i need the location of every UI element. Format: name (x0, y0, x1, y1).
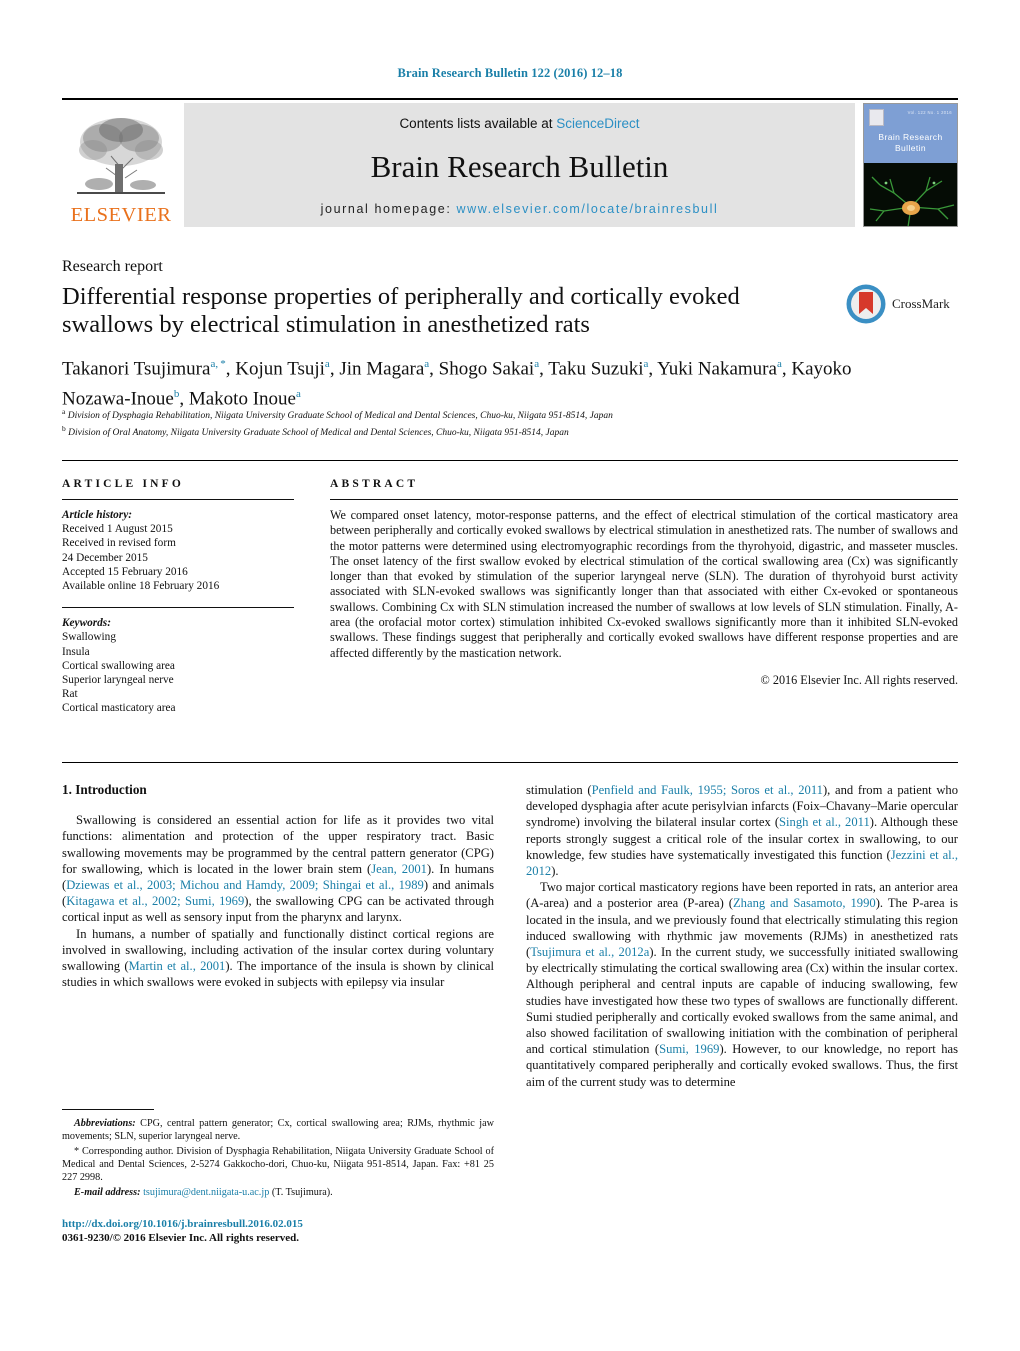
email-label: E-mail address: (74, 1187, 141, 1198)
citation-link[interactable]: Penfield and Faulk, 1955; Soros et al., … (592, 783, 823, 797)
article-info-header: ARTICLE INFO (62, 478, 185, 490)
affiliations: a Division of Dysphagia Rehabilitation, … (62, 406, 942, 439)
elsevier-tree-icon (73, 111, 169, 204)
band-rule-bottom (62, 762, 958, 763)
crossmark-badge[interactable]: CrossMark (845, 281, 957, 327)
body-column-left: 1. Introduction Swallowing is considered… (62, 782, 494, 990)
abstract-header: ABSTRACT (330, 478, 419, 490)
cover-bottom-panel (864, 162, 957, 226)
cover-issue-text: Vol. 122 No. 1 2016 (907, 110, 952, 115)
journal-homepage-line: journal homepage: www.elsevier.com/locat… (321, 202, 719, 216)
neuron-illustration-icon (864, 162, 957, 226)
email-suffix: (T. Tsujimura). (269, 1187, 333, 1198)
contents-prefix: Contents lists available at (399, 116, 557, 131)
body-text: ). (551, 864, 559, 879)
citation-link[interactable]: Zhang and Sasamoto, 1990 (733, 896, 876, 910)
journal-masthead: ELSEVIER Contents lists available at Sci… (62, 98, 958, 228)
affiliation-b: b Division of Oral Anatomy, Niigata Univ… (62, 423, 569, 438)
band-rule-top (62, 460, 958, 461)
body-paragraph: In humans, a number of spatially and fun… (62, 926, 494, 991)
body-paragraph: stimulation (Penfield and Faulk, 1955; S… (526, 782, 958, 879)
abbreviations-footnote: Abbreviations: CPG, central pattern gene… (62, 1117, 494, 1143)
body-text: ). In the current study, we successfully… (526, 945, 958, 1057)
citation-link[interactable]: Tsujimura et al., 2012a (530, 945, 649, 959)
email-footnote: E-mail address: tsujimura@dent.niigata-u… (62, 1186, 494, 1199)
masthead-center: Contents lists available at ScienceDirec… (184, 103, 855, 227)
body-text: stimulation ( (526, 783, 592, 797)
email-link[interactable]: tsujimura@dent.niigata-u.ac.jp (143, 1187, 269, 1198)
info-rule-1 (62, 499, 294, 500)
article-history-label: Article history: (62, 509, 132, 521)
article-history: Article history: Received 1 August 2015 … (62, 508, 294, 593)
issn-copyright-line: 0361-9230/© 2016 Elsevier Inc. All right… (62, 1231, 299, 1244)
cover-journal-title: Brain Research Bulletin (864, 132, 957, 154)
cover-publisher-badge-icon (869, 109, 884, 126)
article-info-column: ARTICLE INFO Article history: Received 1… (62, 478, 294, 716)
keyword-item: Cortical masticatory area (62, 702, 176, 715)
section-heading-introduction: 1. Introduction (62, 782, 147, 797)
article-type-kicker: Research report (62, 258, 163, 275)
affiliation-b-text: Division of Oral Anatomy, Niigata Univer… (68, 427, 569, 438)
history-item: Accepted 15 February 2016 (62, 565, 188, 578)
citation-link[interactable]: Kitagawa et al., 2002; Sumi, 1969 (66, 894, 244, 908)
crossmark-label: CrossMark (892, 296, 950, 311)
citation-link[interactable]: Jean, 2001 (371, 862, 427, 876)
abstract-column: ABSTRACT We compared onset latency, moto… (330, 478, 958, 688)
crossmark-icon (846, 284, 886, 324)
abstract-copyright: © 2016 Elsevier Inc. All rights reserved… (760, 672, 958, 687)
corresponding-author-footnote: * Corresponding author. Division of Dysp… (62, 1146, 494, 1183)
keywords-block: Keywords: Swallowing Insula Cortical swa… (62, 616, 294, 715)
cover-title-line-2: Bulletin (894, 143, 927, 153)
affiliation-a: a Division of Dysphagia Rehabilitation, … (62, 407, 613, 422)
doi-block: http://dx.doi.org/10.1016/j.brainresbull… (62, 1218, 494, 1245)
cover-title-line-1: Brain Research (878, 132, 943, 142)
history-item: Received 1 August 2015 (62, 523, 173, 536)
body-paragraph: Two major cortical masticatory regions h… (526, 879, 958, 1090)
keyword-item: Cortical swallowing area (62, 659, 175, 672)
keyword-item: Insula (62, 645, 90, 658)
elsevier-wordmark: ELSEVIER (70, 203, 172, 226)
journal-homepage-link[interactable]: www.elsevier.com/locate/brainresbull (456, 202, 718, 216)
sciencedirect-link[interactable]: ScienceDirect (556, 116, 639, 131)
article-first-page: Brain Research Bulletin 122 (2016) 12–18 (0, 0, 1020, 1351)
running-head: Brain Research Bulletin 122 (2016) 12–18 (397, 66, 623, 80)
history-item: Available online 18 February 2016 (62, 580, 220, 593)
info-rule-2 (62, 607, 294, 609)
journal-title: Brain Research Bulletin (370, 149, 669, 184)
elsevier-logo: ELSEVIER (62, 103, 180, 227)
footnotes-block: Abbreviations: CPG, central pattern gene… (62, 1117, 494, 1201)
citation-link[interactable]: Singh et al., 2011 (779, 815, 870, 829)
contents-available-line: Contents lists available at ScienceDirec… (399, 116, 639, 131)
history-item: 24 December 2015 (62, 551, 148, 564)
keyword-item: Rat (62, 688, 78, 701)
keyword-item: Superior laryngeal nerve (62, 674, 174, 687)
citation-link[interactable]: Dziewas et al., 2003; Michou and Hamdy, … (66, 878, 424, 892)
intro-paragraphs-left: Swallowing is considered an essential ac… (62, 812, 494, 990)
abbreviations-label: Abbreviations: (74, 1118, 136, 1129)
body-column-right: stimulation (Penfield and Faulk, 1955; S… (526, 782, 958, 1090)
keyword-item: Swallowing (62, 631, 116, 644)
abstract-rule (330, 499, 958, 500)
citation-link[interactable]: Sumi, 1969 (659, 1042, 719, 1056)
abstract-text: We compared onset latency, motor-respons… (330, 508, 958, 660)
body-paragraph: Swallowing is considered an essential ac… (62, 812, 494, 925)
history-item: Received in revised form (62, 537, 176, 550)
author-list: Takanori Tsujimuraa, *, Kojun Tsujia, Ji… (62, 358, 852, 410)
affiliation-a-text: Division of Dysphagia Rehabilitation, Ni… (67, 411, 613, 422)
doi-link[interactable]: http://dx.doi.org/10.1016/j.brainresbull… (62, 1218, 494, 1232)
homepage-prefix: journal homepage: (320, 202, 457, 216)
journal-cover-thumbnail: Vol. 122 No. 1 2016 Brain Research Bulle… (863, 103, 958, 227)
citation-link[interactable]: Martin et al., 2001 (129, 959, 226, 973)
keywords-label: Keywords: (62, 617, 111, 630)
page-title: Differential response properties of peri… (62, 283, 740, 338)
intro-paragraphs-right: stimulation (Penfield and Faulk, 1955; S… (526, 782, 958, 1090)
footnote-rule (62, 1109, 154, 1110)
